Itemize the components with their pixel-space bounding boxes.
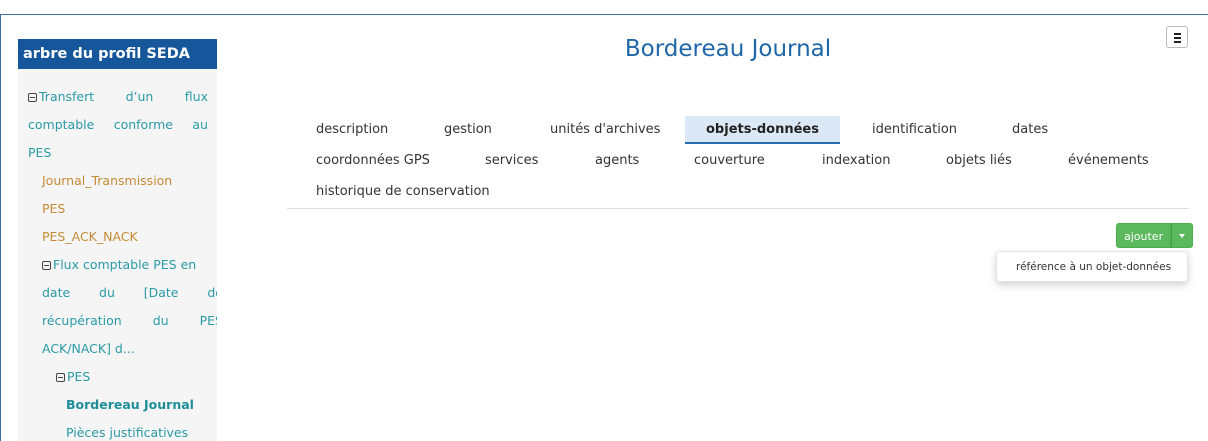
tab-gestion[interactable]: gestion: [444, 116, 492, 144]
dropdown-item-reference-objet-donnees[interactable]: référence à un objet-données: [997, 252, 1187, 282]
add-dropdown-menu: référence à un objet-données: [996, 251, 1188, 282]
tab-historique-conservation[interactable]: historique de conservation: [316, 178, 490, 206]
tab-services[interactable]: services: [485, 147, 538, 175]
add-button[interactable]: ajouter: [1116, 223, 1172, 248]
tab-unites-archives[interactable]: unités d'archives: [550, 116, 660, 144]
add-dropdown-toggle[interactable]: [1171, 223, 1194, 248]
tab-description[interactable]: description: [316, 116, 388, 144]
tab-identification[interactable]: identification: [872, 116, 957, 144]
tab-couverture[interactable]: couverture: [694, 147, 765, 175]
tab-objets-donnees[interactable]: objets-données: [685, 116, 840, 144]
tab-bar: description gestion unités d'archives ob…: [0, 0, 1208, 441]
tab-agents[interactable]: agents: [595, 147, 639, 175]
tab-coordonnees-gps[interactable]: coordonnées GPS: [316, 147, 430, 175]
tab-objets-lies[interactable]: objets liés: [946, 147, 1012, 175]
tab-indexation[interactable]: indexation: [822, 147, 890, 175]
tab-dates[interactable]: dates: [1012, 116, 1048, 144]
tab-evenements[interactable]: événements: [1068, 147, 1149, 175]
tabs-divider: [287, 208, 1189, 209]
caret-down-icon: [1179, 234, 1186, 238]
add-button-group: ajouter: [1116, 223, 1194, 248]
